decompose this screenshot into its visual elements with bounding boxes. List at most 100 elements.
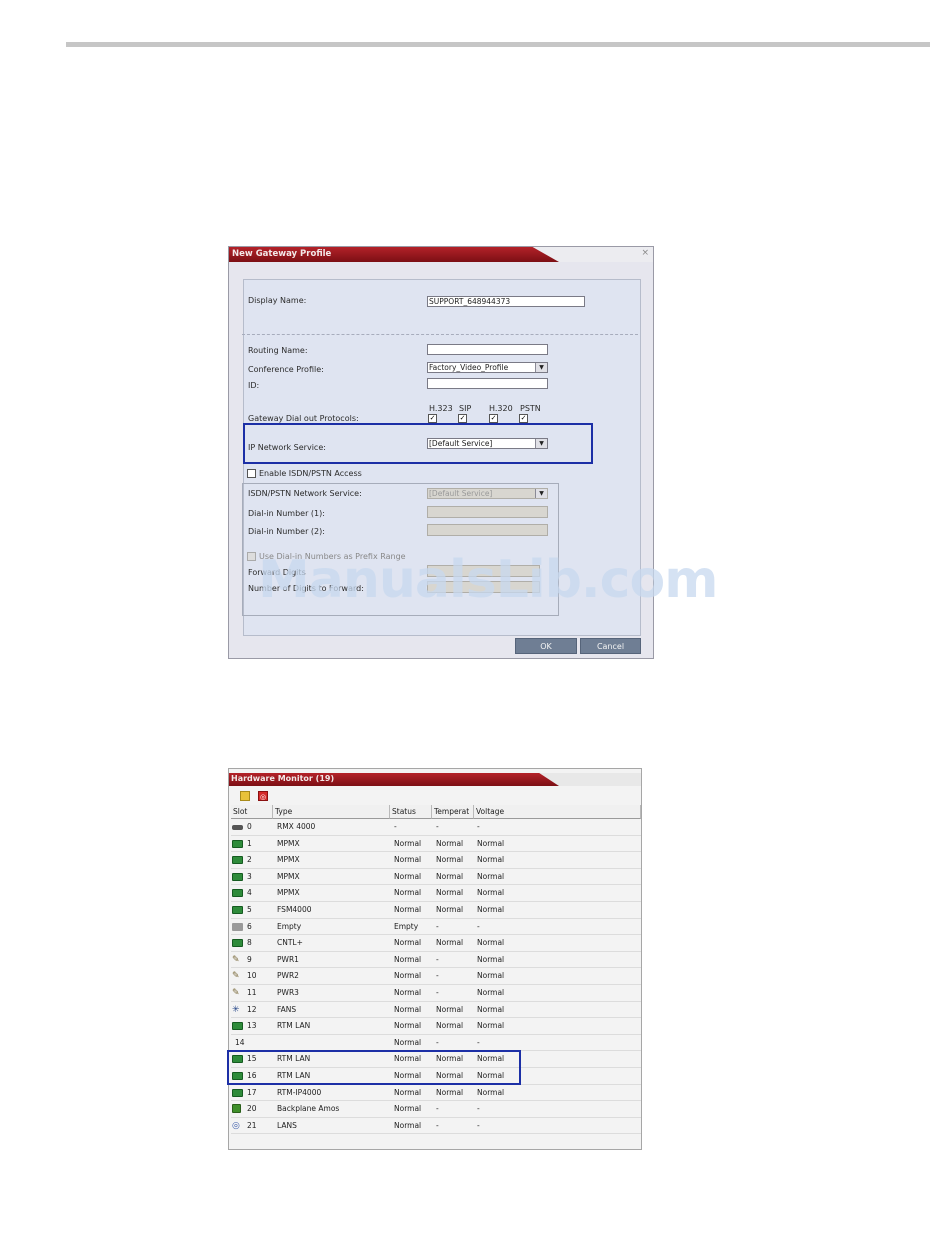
temperature-cell: -: [436, 954, 439, 964]
table-row[interactable]: 1 MPMX Normal Normal Normal: [231, 836, 641, 853]
type-cell: MPMX: [277, 855, 300, 865]
id-input[interactable]: [427, 378, 548, 389]
card-icon: [232, 1088, 243, 1097]
table-row[interactable]: ✎ 9 PWR1 Normal - Normal: [231, 952, 641, 969]
table-row[interactable]: 8 CNTL+ Normal Normal Normal: [231, 935, 641, 952]
power-icon: ✎: [232, 971, 240, 982]
protocol-pstn-checkbox[interactable]: ✓: [519, 414, 528, 423]
slot-cell: 1: [247, 838, 252, 848]
voltage-cell: Normal: [477, 1021, 505, 1031]
table-row[interactable]: 17 RTM-IP4000 Normal Normal Normal: [231, 1085, 641, 1102]
status-cell: Normal: [394, 855, 422, 865]
temperature-cell: -: [436, 822, 439, 831]
lans-icon: ◎: [232, 1120, 240, 1131]
chevron-down-icon[interactable]: ▼: [535, 363, 547, 372]
voltage-cell: -: [477, 822, 480, 831]
table-row[interactable]: 5 FSM4000 Normal Normal Normal: [231, 902, 641, 919]
type-cell: FSM4000: [277, 905, 312, 914]
table-row[interactable]: ✎ 11 PWR3 Normal - Normal: [231, 985, 641, 1002]
table-row[interactable]: 6 Empty Empty - -: [231, 919, 641, 936]
column-header-voltage[interactable]: Voltage: [474, 805, 641, 819]
display-name-label: Display Name:: [248, 296, 307, 305]
voltage-cell: Normal: [477, 971, 505, 981]
chevron-down-icon[interactable]: ▼: [535, 489, 547, 498]
enable-isdn-checkbox[interactable]: [247, 469, 256, 478]
type-cell: MPMX: [277, 871, 300, 881]
page-top-rule: [66, 42, 930, 47]
column-header-slot[interactable]: Slot: [231, 805, 273, 819]
table-row[interactable]: 13 RTM LAN Normal Normal Normal: [231, 1018, 641, 1035]
temperature-cell: Normal: [436, 938, 464, 948]
ip-network-service-select[interactable]: [Default Service] ▼: [427, 438, 548, 449]
temperature-cell: Normal: [436, 871, 464, 881]
column-header-temperature[interactable]: Temperat: [432, 805, 474, 819]
table-row[interactable]: 14 Normal - -: [231, 1035, 641, 1052]
status-cell: -: [394, 822, 397, 831]
protocol-h323-checkbox[interactable]: ✓: [428, 414, 437, 423]
voltage-cell: Normal: [477, 988, 505, 997]
isdn-network-service-label: ISDN/PSTN Network Service:: [248, 489, 362, 498]
use-prefix-checkbox[interactable]: [247, 552, 256, 561]
table-row[interactable]: 4 MPMX Normal Normal Normal: [231, 885, 641, 902]
slot-cell: 11: [247, 988, 257, 997]
temperature-cell: Normal: [436, 888, 464, 898]
cancel-button[interactable]: Cancel: [580, 638, 641, 654]
routing-name-input[interactable]: [427, 344, 548, 355]
table-row[interactable]: 0 RMX 4000 - - -: [231, 819, 641, 836]
type-cell: PWR2: [277, 971, 299, 981]
display-name-input[interactable]: SUPPORT_648944373: [427, 296, 585, 307]
dial-in-number-2-input[interactable]: [427, 524, 548, 536]
backplane-icon: [232, 1104, 241, 1114]
temperature-cell: Normal: [436, 855, 464, 865]
column-header-type[interactable]: Type: [273, 805, 390, 819]
empty-slot-icon: [232, 922, 243, 931]
chevron-down-icon[interactable]: ▼: [535, 439, 547, 448]
power-icon: ✎: [232, 988, 240, 998]
temperature-cell: -: [436, 921, 439, 931]
card-icon: [232, 906, 243, 914]
table-row[interactable]: ◎ 21 LANS Normal - -: [231, 1118, 641, 1135]
slot-cell: 8: [247, 938, 252, 948]
temperature-cell: Normal: [436, 905, 464, 914]
status-cell: Normal: [394, 838, 422, 848]
slot-cell: 4: [247, 888, 252, 898]
temperature-cell: -: [436, 988, 439, 997]
table-row[interactable]: 3 MPMX Normal Normal Normal: [231, 869, 641, 886]
properties-icon[interactable]: [240, 791, 250, 801]
dial-in-number-1-input[interactable]: [427, 506, 548, 518]
status-cell: Normal: [394, 954, 422, 964]
ok-button[interactable]: OK: [515, 638, 577, 654]
card-icon: [232, 872, 243, 881]
slot-cell: 13: [247, 1021, 257, 1031]
slot-cell: 3: [247, 871, 252, 881]
type-cell: MPMX: [277, 888, 300, 898]
conference-profile-select[interactable]: Factory_Video_Profile ▼: [427, 362, 548, 373]
table-row[interactable]: 20 Backplane Amos Normal - -: [231, 1101, 641, 1118]
table-row[interactable]: ✳ 12 FANS Normal Normal Normal: [231, 1002, 641, 1019]
reset-icon[interactable]: ◎: [258, 791, 268, 801]
voltage-cell: Normal: [477, 888, 505, 898]
type-cell: RTM-IP4000: [277, 1087, 322, 1097]
table-row[interactable]: ✎ 10 PWR2 Normal - Normal: [231, 968, 641, 985]
temperature-cell: -: [436, 1120, 439, 1130]
type-cell: PWR3: [277, 988, 299, 997]
voltage-cell: Normal: [477, 1004, 505, 1014]
protocol-h320-checkbox[interactable]: ✓: [489, 414, 498, 423]
status-cell: Normal: [394, 938, 422, 948]
temperature-cell: Normal: [436, 1021, 464, 1031]
voltage-cell: Normal: [477, 871, 505, 881]
close-icon[interactable]: ×: [641, 248, 649, 258]
temperature-cell: Normal: [436, 838, 464, 848]
slot-cell: 17: [247, 1087, 257, 1097]
type-cell: CNTL+: [277, 938, 303, 948]
protocol-sip-checkbox[interactable]: ✓: [458, 414, 467, 423]
dialog-title-bar[interactable]: New Gateway Profile ×: [229, 247, 653, 262]
id-label: ID:: [248, 381, 260, 390]
table-row[interactable]: 2 MPMX Normal Normal Normal: [231, 852, 641, 869]
column-header-status[interactable]: Status: [390, 805, 432, 819]
status-cell: Normal: [394, 1037, 422, 1047]
isdn-network-service-select[interactable]: [Default Service] ▼: [427, 488, 548, 499]
voltage-cell: Normal: [477, 838, 505, 848]
section-divider: [242, 334, 638, 335]
status-cell: Normal: [394, 1120, 422, 1130]
